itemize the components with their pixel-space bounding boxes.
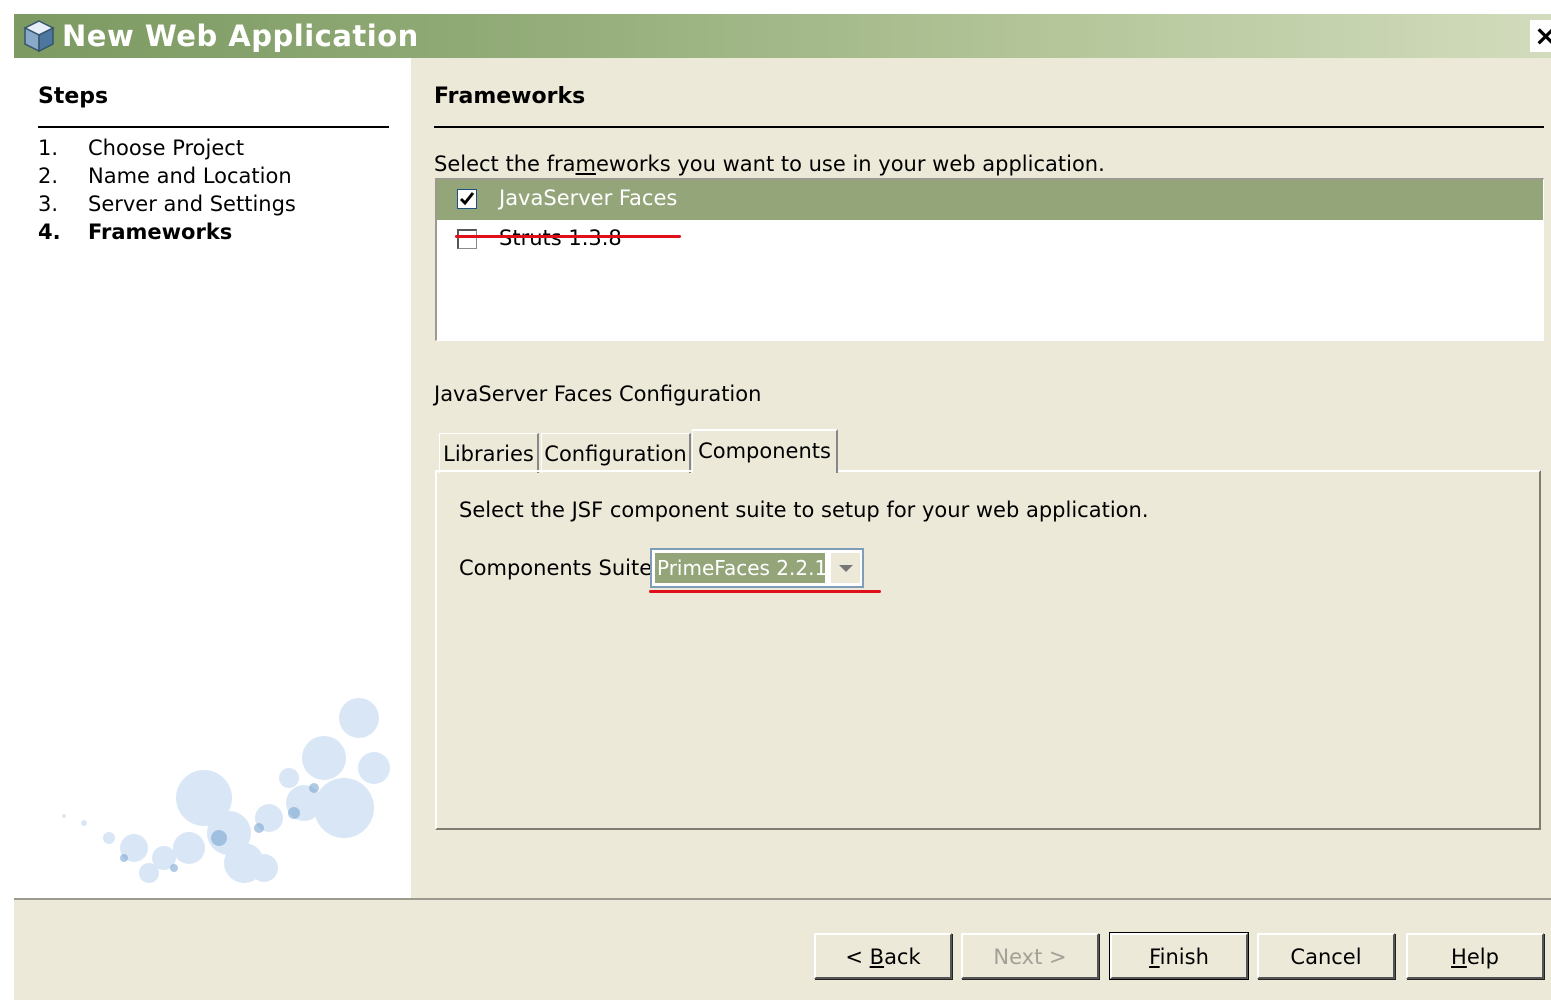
step-label: Choose Project [88, 136, 245, 160]
dropdown-button[interactable] [830, 553, 860, 583]
step-number: 1. [38, 136, 59, 160]
framework-item-jsf[interactable]: JavaServer Faces [437, 180, 1543, 220]
frameworks-panel: Frameworks Select the frameworks you wan… [411, 58, 1551, 898]
close-button[interactable]: × [1530, 20, 1551, 52]
step-number: 3. [38, 192, 59, 216]
step-label: Name and Location [88, 164, 292, 188]
btn-text: Next > [993, 945, 1067, 969]
tab-configuration[interactable]: Configuration [541, 433, 691, 473]
btn-mnemonic: B [869, 945, 885, 969]
step-number: 4. [38, 220, 61, 244]
annotation-underline [649, 590, 881, 593]
steps-title: Steps [38, 84, 109, 109]
cube-icon [23, 20, 55, 53]
cancel-button[interactable]: Cancel [1257, 933, 1395, 979]
next-button[interactable]: Next > [961, 933, 1099, 979]
bubbles-decoration-icon [62, 698, 390, 883]
step-label: Frameworks [88, 220, 233, 244]
steps-divider [38, 126, 389, 128]
instruction-mnemonic: m [575, 152, 596, 176]
help-button[interactable]: Help [1406, 933, 1544, 979]
close-icon: × [1534, 19, 1551, 52]
components-instruction: Select the JSF component suite to setup … [459, 498, 1149, 522]
instruction-text: Select the fra [434, 152, 576, 176]
components-suite-select[interactable]: PrimeFaces 2.2.1 [650, 548, 864, 588]
steps-panel: Steps 1. Choose Project 2. Name and Loca… [14, 58, 411, 898]
components-suite-value: PrimeFaces 2.2.1 [655, 553, 825, 583]
btn-text: elp [1466, 945, 1499, 969]
btn-mnemonic: H [1451, 945, 1467, 969]
finish-button[interactable]: Finish [1109, 932, 1249, 980]
instruction-text: eworks you want to use in your web appli… [595, 152, 1105, 176]
components-suite-label: Components Suite: [459, 556, 660, 580]
chevron-down-icon [839, 565, 853, 572]
btn-text: < [845, 945, 870, 969]
button-bar: < Back Next > Finish Cancel Help [14, 900, 1551, 1000]
checkmark-icon [459, 192, 475, 206]
tab-libraries[interactable]: Libraries [439, 433, 539, 473]
step-label: Server and Settings [88, 192, 296, 216]
framework-label: JavaServer Faces [499, 186, 678, 210]
btn-text: ack [884, 945, 921, 969]
struts-checkbox[interactable] [457, 229, 477, 249]
section-divider [434, 126, 1544, 128]
framework-item-struts[interactable]: Struts 1.3.8 [437, 220, 1543, 260]
config-title: JavaServer Faces Configuration [434, 382, 762, 406]
annotation-underline [455, 235, 681, 238]
back-button[interactable]: < Back [814, 933, 952, 979]
btn-text: Cancel [1290, 945, 1362, 969]
title-bar[interactable]: New Web Application × [14, 14, 1551, 58]
section-title: Frameworks [434, 84, 586, 109]
components-tab-panel: Select the JSF component suite to setup … [435, 470, 1541, 830]
new-web-application-dialog: New Web Application × Steps 1. Choose Pr… [14, 14, 1551, 1000]
tab-components[interactable]: Components [692, 429, 838, 473]
frameworks-list[interactable]: JavaServer Faces Struts 1.3.8 [435, 178, 1544, 341]
window-title: New Web Application [62, 19, 419, 53]
frameworks-instruction: Select the frameworks you want to use in… [434, 152, 1105, 176]
jsf-checkbox[interactable] [457, 189, 477, 209]
btn-mnemonic: F [1149, 945, 1160, 969]
framework-label: Struts 1.3.8 [499, 226, 622, 250]
step-number: 2. [38, 164, 59, 188]
btn-text: inish [1159, 945, 1209, 969]
